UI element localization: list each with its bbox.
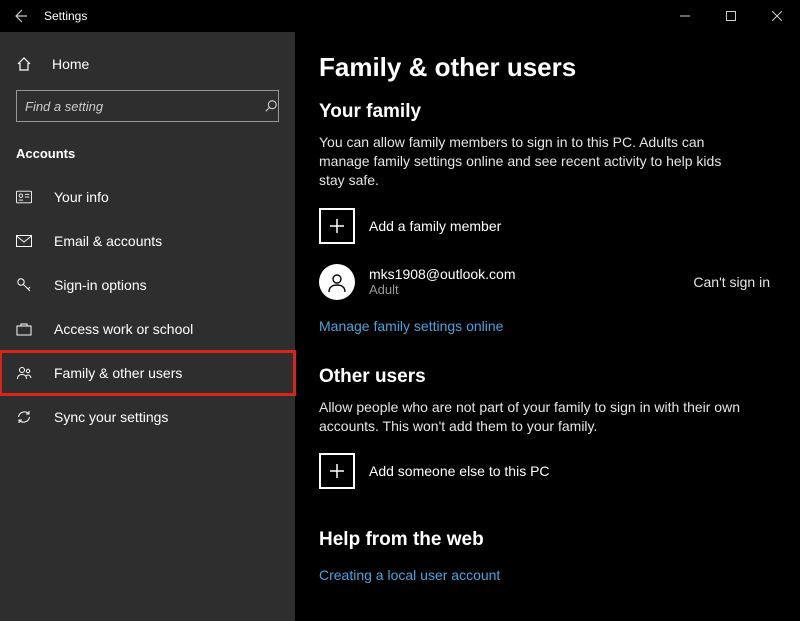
sidebar-item-email-accounts[interactable]: Email & accounts — [0, 219, 295, 263]
page-title: Family & other users — [319, 52, 776, 83]
main-content: Family & other users Your family You can… — [295, 32, 800, 621]
add-other-user[interactable]: Add someone else to this PC — [319, 453, 776, 489]
sidebar: Home Accounts Your info Email & account — [0, 32, 295, 621]
search-input[interactable] — [17, 99, 246, 114]
plus-icon — [319, 453, 355, 489]
other-users-desc: Allow people who are not part of your fa… — [319, 398, 749, 436]
briefcase-icon — [16, 322, 36, 336]
window-title: Settings — [40, 9, 87, 23]
home-link[interactable]: Home — [0, 44, 295, 84]
sidebar-item-work-school[interactable]: Access work or school — [0, 307, 295, 351]
titlebar: Settings — [0, 0, 800, 32]
add-family-label: Add a family member — [369, 218, 501, 234]
avatar-icon — [319, 264, 355, 300]
sidebar-item-label: Sync your settings — [54, 409, 168, 425]
sidebar-item-label: Your info — [54, 189, 109, 205]
sidebar-item-label: Sign-in options — [54, 277, 147, 293]
minimize-button[interactable] — [662, 0, 708, 32]
id-card-icon — [16, 190, 36, 204]
close-button[interactable] — [754, 0, 800, 32]
sidebar-item-your-info[interactable]: Your info — [0, 175, 295, 219]
help-heading: Help from the web — [319, 529, 776, 551]
sidebar-item-sync[interactable]: Sync your settings — [0, 395, 295, 439]
add-family-member[interactable]: Add a family member — [319, 208, 776, 244]
member-email: mks1908@outlook.com — [369, 266, 516, 282]
help-link[interactable]: Creating a local user account — [319, 567, 500, 583]
sidebar-item-label: Family & other users — [54, 365, 182, 381]
back-button[interactable] — [0, 0, 40, 32]
maximize-button[interactable] — [708, 0, 754, 32]
maximize-icon — [726, 11, 736, 21]
manage-family-link[interactable]: Manage family settings online — [319, 318, 503, 334]
sidebar-item-label: Access work or school — [54, 321, 193, 337]
sidebar-item-label: Email & accounts — [54, 233, 162, 249]
your-family-desc: You can allow family members to sign in … — [319, 133, 749, 190]
key-icon — [16, 277, 36, 293]
search-box[interactable] — [16, 90, 279, 122]
arrow-left-icon — [12, 8, 28, 24]
sync-icon — [16, 409, 36, 425]
search-icon — [246, 99, 278, 113]
family-member-row[interactable]: mks1908@outlook.com Adult Can't sign in — [319, 264, 776, 300]
close-icon — [772, 11, 782, 21]
home-icon — [16, 56, 36, 72]
minimize-icon — [680, 11, 690, 21]
other-users-heading: Other users — [319, 366, 776, 388]
mail-icon — [16, 235, 36, 247]
member-role: Adult — [369, 282, 516, 297]
home-label: Home — [52, 56, 89, 72]
people-icon — [16, 365, 36, 381]
your-family-heading: Your family — [319, 101, 776, 123]
member-status: Can't sign in — [693, 274, 776, 290]
plus-icon — [319, 208, 355, 244]
add-other-user-label: Add someone else to this PC — [369, 463, 550, 479]
sidebar-item-family-users[interactable]: Family & other users — [0, 351, 295, 395]
sidebar-group-header: Accounts — [0, 138, 295, 175]
sidebar-item-signin-options[interactable]: Sign-in options — [0, 263, 295, 307]
